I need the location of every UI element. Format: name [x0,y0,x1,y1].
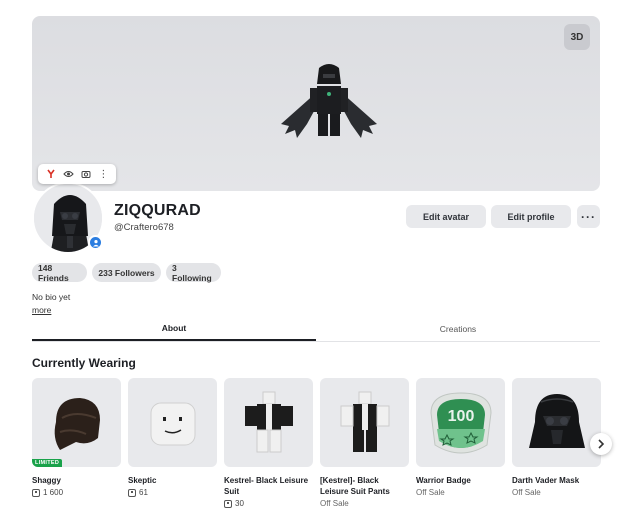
item-offsale: Off Sale [512,488,541,497]
item-name[interactable]: [Kestrel]- Black Leisure Suit Pants [320,475,409,497]
list-item[interactable]: LIMITED Shaggy 1 600 [32,378,121,497]
item-thumbnail[interactable] [320,378,409,467]
item-thumbnail[interactable]: 100 [416,378,505,467]
list-item[interactable]: Darth Vader Mask Off Sale [512,378,601,497]
currently-wearing-title: Currently Wearing [32,356,136,370]
helmet-icon [528,393,585,448]
friends-count[interactable]: 148 Friends [32,263,87,283]
browser-extension-toolbar: ⋮ [38,164,116,184]
tab-about[interactable]: About [32,317,316,341]
username: @Craftero678 [114,222,174,233]
list-item[interactable]: [Kestrel]- Black Leisure Suit Pants Off … [320,378,409,508]
eye-icon[interactable] [63,170,74,178]
item-thumbnail[interactable]: LIMITED [32,378,121,467]
following-count[interactable]: 3 Following [166,263,221,283]
edit-profile-button[interactable]: Edit profile [491,205,571,228]
kebab-menu-icon[interactable]: ⋮ [98,169,108,180]
limited-badge: LIMITED [32,459,63,467]
face-icon [150,402,195,445]
pants-icon [340,391,389,452]
item-thumbnail[interactable] [224,378,313,467]
item-offsale: Off Sale [320,499,349,508]
bio-text: No bio yet [32,292,71,302]
item-thumbnail[interactable] [512,378,601,467]
avatar-banner: 3D [32,16,600,191]
robux-icon [32,488,40,497]
item-offsale: Off Sale [416,488,445,497]
item-price: 30 [224,499,313,508]
more-options-button[interactable]: ··· [577,205,600,228]
badge-icon: 100 [429,391,492,453]
camera-icon[interactable] [81,169,91,179]
wearing-carousel: LIMITED Shaggy 1 600 Skeptic 61 Kestrel-… [32,378,601,515]
followers-count[interactable]: 233 Followers [92,263,161,282]
robux-icon [128,488,136,497]
hair-icon [54,397,100,450]
profile-tabs: About Creations [32,317,600,342]
price-value: 1 600 [43,488,64,497]
robux-icon [224,499,232,508]
item-name[interactable]: Shaggy [32,475,121,486]
tab-creations[interactable]: Creations [316,317,600,341]
list-item[interactable]: Skeptic 61 [128,378,217,497]
shirt-icon [244,391,293,452]
item-price: 1 600 [32,488,121,497]
bio-more-link[interactable]: more [32,305,51,315]
online-status-icon [88,235,103,250]
carousel-next-button[interactable] [590,433,612,455]
chevron-right-icon [598,439,605,449]
price-value: 30 [235,499,244,508]
list-item[interactable]: 100 Warrior Badge Off Sale [416,378,505,497]
view-3d-button[interactable]: 3D [564,24,590,50]
yandex-icon[interactable] [46,169,56,179]
item-thumbnail[interactable] [128,378,217,467]
item-price: 61 [128,488,217,497]
svg-text:100: 100 [447,408,474,425]
avatar-figure [281,64,377,138]
item-name[interactable]: Kestrel- Black Leisure Suit [224,475,313,497]
list-item[interactable]: Kestrel- Black Leisure Suit 30 [224,378,313,508]
item-name[interactable]: Warrior Badge [416,475,505,486]
edit-avatar-button[interactable]: Edit avatar [406,205,486,228]
item-name[interactable]: Skeptic [128,475,217,486]
item-name[interactable]: Darth Vader Mask [512,475,601,486]
price-value: 61 [139,488,148,497]
display-name: ZIQQURAD [114,202,201,219]
